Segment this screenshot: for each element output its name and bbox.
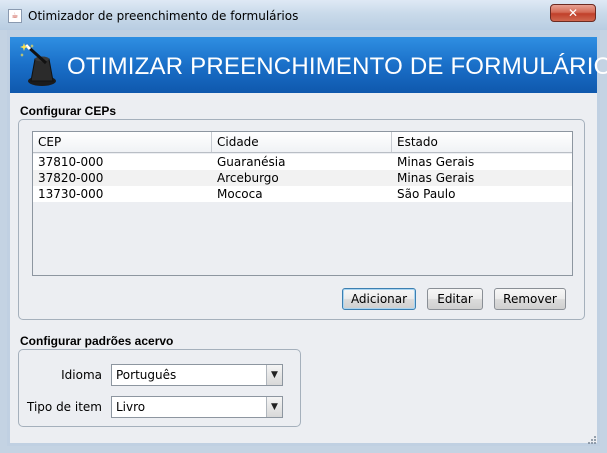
table-header: CEP Cidade Estado — [33, 132, 572, 153]
cidade-cell: Arceburgo — [217, 171, 279, 185]
table-row[interactable]: 37810-000 Guaranésia Minas Gerais — [33, 154, 572, 170]
idioma-select[interactable]: Português ▼ — [111, 364, 283, 386]
column-header-cidade[interactable]: Cidade — [212, 132, 392, 152]
resize-grip-icon[interactable] — [587, 435, 597, 445]
acervo-section-label: Configurar padrões acervo — [20, 334, 174, 348]
tipo-item-select[interactable]: Livro ▼ — [111, 396, 283, 418]
estado-cell: Minas Gerais — [397, 155, 475, 169]
banner-title: OTIMIZAR PREENCHIMENTO DE FORMULÁRIOS — [67, 53, 607, 80]
cidade-cell: Guaranésia — [217, 155, 286, 169]
ceps-section-label: Configurar CEPs — [20, 104, 117, 118]
tipo-item-label: Tipo de item — [27, 400, 102, 414]
cep-cell: 13730-000 — [38, 187, 104, 201]
table-row[interactable]: 37820-000 Arceburgo Minas Gerais — [33, 170, 572, 186]
chevron-down-icon[interactable]: ▼ — [266, 397, 282, 417]
app-window: ☕ Otimizador de preenchimento de formulá… — [0, 0, 607, 453]
close-icon: ✕ — [567, 6, 579, 20]
magic-wand-hat-icon — [20, 43, 56, 86]
estado-cell: São Paulo — [397, 187, 456, 201]
title-bar[interactable]: ☕ Otimizador de preenchimento de formulá… — [0, 0, 607, 30]
column-header-cep[interactable]: CEP — [33, 132, 212, 152]
cep-cell: 37810-000 — [38, 155, 104, 169]
cep-cell: 37820-000 — [38, 171, 104, 185]
remove-button[interactable]: Remover — [494, 288, 566, 310]
estado-cell: Minas Gerais — [397, 171, 475, 185]
cep-table[interactable]: CEP Cidade Estado 37810-000 Guaranésia M… — [32, 131, 573, 276]
column-header-estado[interactable]: Estado — [392, 132, 572, 152]
idioma-value: Português — [116, 368, 177, 382]
table-row[interactable]: 13730-000 Mococa São Paulo — [33, 186, 572, 202]
tipo-item-value: Livro — [116, 400, 146, 414]
window-title: Otimizador de preenchimento de formulári… — [28, 9, 299, 23]
header-banner: OTIMIZAR PREENCHIMENTO DE FORMULÁRIOS — [10, 37, 607, 93]
chevron-down-icon[interactable]: ▼ — [266, 365, 282, 385]
idioma-label: Idioma — [61, 368, 102, 382]
cidade-cell: Mococa — [217, 187, 263, 201]
edit-button[interactable]: Editar — [427, 288, 483, 310]
java-icon: ☕ — [8, 9, 22, 23]
close-button[interactable]: ✕ — [550, 4, 596, 22]
add-button[interactable]: Adicionar — [342, 288, 416, 310]
